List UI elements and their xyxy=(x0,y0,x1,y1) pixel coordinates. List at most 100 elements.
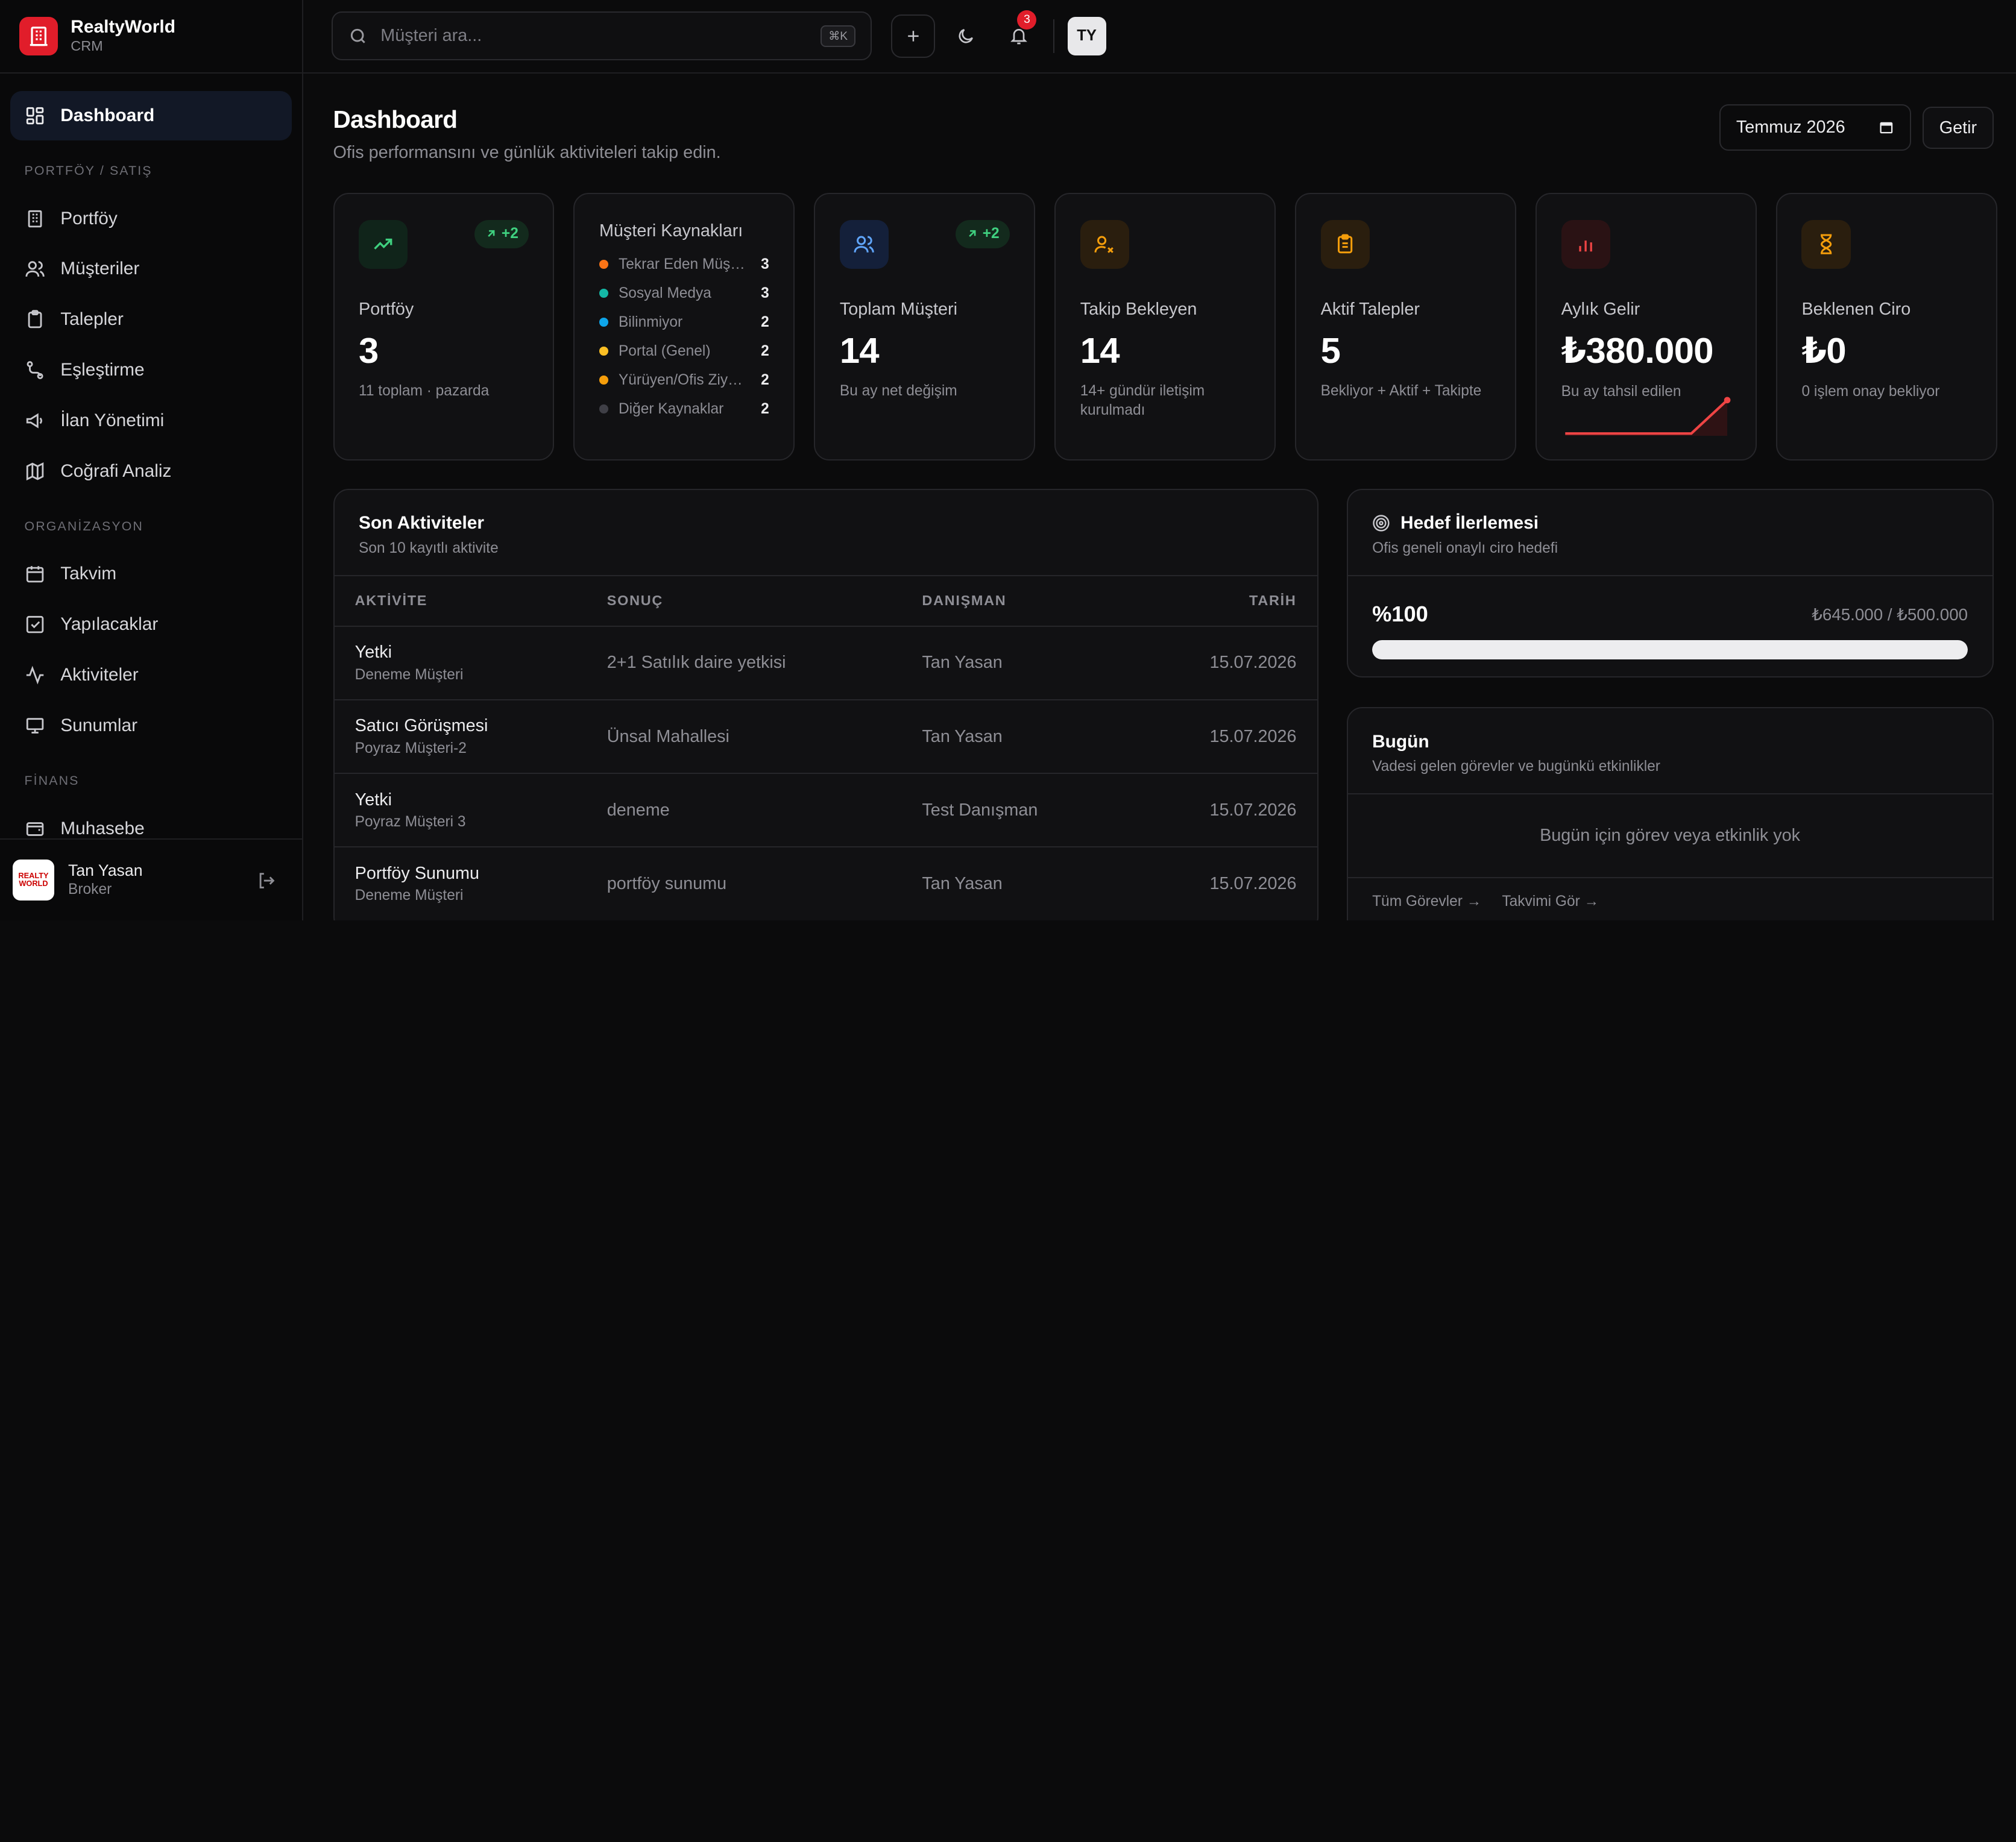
source-item: Sosyal Medya 3 xyxy=(599,279,769,308)
logout-icon[interactable] xyxy=(256,870,277,891)
table-row[interactable]: Satıcı Görüşmesi Poyraz Müşteri-2 Ünsal M… xyxy=(334,699,1317,775)
calendar-icon xyxy=(26,566,43,583)
card-expected-revenue[interactable]: Beklenen Ciro ₺0 0 işlem onay bekliyor xyxy=(1775,192,1997,461)
search-icon xyxy=(350,28,365,43)
sidebar-item-presentations[interactable]: Sunumlar xyxy=(10,701,292,750)
plus-icon xyxy=(907,31,919,42)
sidebar-item-requests[interactable]: Talepler xyxy=(10,295,292,344)
card-note: 0 işlem onay bekliyor xyxy=(1801,383,1940,400)
table-row[interactable]: Yetki Deneme Müşteri 2+1 Satılık daire ye… xyxy=(334,626,1317,700)
activity-cell: Yetki Poyraz Müşteri 3 xyxy=(334,773,587,848)
all-tasks-link[interactable]: Tüm Görevler → xyxy=(1372,893,1481,910)
bar-chart-icon xyxy=(1561,219,1610,269)
user-x-icon xyxy=(1080,219,1129,269)
today-panel: Bugün Vadesi gelen görevler ve bugünkü e… xyxy=(1346,707,1994,921)
card-label: Aktif Talepler xyxy=(1320,299,1420,319)
card-followup[interactable]: Takip Bekleyen 14 14+ gündür iletişim ku… xyxy=(1054,192,1276,461)
card-value: 3 xyxy=(359,330,379,371)
delta-badge: +2 xyxy=(955,219,1010,248)
source-dot xyxy=(599,318,608,327)
column-header-agent[interactable]: DANIŞMAN xyxy=(901,576,1130,627)
sidebar-item-label: Talepler xyxy=(60,309,124,330)
month-picker[interactable]: Temmuz 2026 xyxy=(1719,104,1912,151)
source-dot xyxy=(599,376,608,385)
sidebar-item-listings[interactable]: İlan Yönetimi xyxy=(10,396,292,445)
source-name: Sosyal Medya xyxy=(618,284,711,301)
column-header-date[interactable]: TARİH xyxy=(1130,576,1317,627)
agent-cell: Tan Yasan xyxy=(901,847,1130,921)
delta-value: +2 xyxy=(501,225,518,242)
card-portfolio[interactable]: +2 Portföy 3 11 toplam · pazarda xyxy=(333,192,555,461)
notifications-button[interactable]: 3 xyxy=(997,10,1041,58)
table-row[interactable]: Portföy Sunumu Deneme Müşteri portföy sun… xyxy=(334,847,1317,921)
card-label: Toplam Müşteri xyxy=(839,299,957,319)
activity-customer: Deneme Müşteri xyxy=(354,666,464,683)
sidebar-item-customers[interactable]: Müşteriler xyxy=(10,245,292,294)
sidebar-item-geo[interactable]: Coğrafi Analiz xyxy=(10,447,292,495)
goal-percent: %100 xyxy=(1372,602,1428,627)
search-input[interactable] xyxy=(380,26,808,46)
nav-section-portfolio: PORTFÖY / SATIŞ xyxy=(24,163,153,178)
sidebar-item-activities[interactable]: Aktiviteler xyxy=(10,651,292,700)
goal-amount: ₺645.000 / ₺500.000 xyxy=(1812,605,1968,624)
add-button[interactable] xyxy=(891,14,935,58)
search-box[interactable]: ⌘K xyxy=(332,11,872,61)
activity-icon xyxy=(26,665,43,685)
topbar: ⌘K 3 TY xyxy=(303,0,2016,74)
card-label: Beklenen Ciro xyxy=(1801,299,1911,319)
activity-type: Yetki xyxy=(354,790,392,809)
user-role: Broker xyxy=(68,881,112,898)
card-customer-sources[interactable]: Müşteri Kaynakları Tekrar Eden Müşteri 3 … xyxy=(573,192,795,461)
sidebar-item-portfolio[interactable]: Portföy xyxy=(10,194,292,243)
activities-table: AKTİVİTE SONUÇ DANIŞMAN TARİH Yetki Denem… xyxy=(334,576,1317,921)
sidebar-item-label: İlan Yönetimi xyxy=(60,410,165,430)
source-item: Diğer Kaynaklar 2 xyxy=(599,395,769,424)
table-row[interactable]: Yetki Poyraz Müşteri 3 deneme Test Danışm… xyxy=(334,773,1317,848)
sidebar-item-matching[interactable]: Eşleştirme xyxy=(10,346,292,395)
source-value: 3 xyxy=(761,256,769,272)
goal-progress-fill xyxy=(1372,640,1968,659)
card-label: Portföy xyxy=(359,299,414,319)
card-monthly-income[interactable]: Aylık Gelir ₺380.000 Bu ay tahsil edilen xyxy=(1536,192,1757,461)
card-active-requests[interactable]: Aktif Talepler 5 Bekliyor + Aktif + Taki… xyxy=(1295,192,1517,461)
table-header: AKTİVİTE SONUÇ DANIŞMAN TARİH xyxy=(334,576,1317,627)
sidebar-item-dashboard[interactable]: Dashboard xyxy=(10,91,292,140)
card-value: 14 xyxy=(1080,330,1120,371)
sidebar-item-label: Takvim xyxy=(60,564,117,584)
search-shortcut: ⌘K xyxy=(821,25,855,48)
source-dot xyxy=(599,347,608,356)
avatar[interactable]: TY xyxy=(1067,16,1106,55)
sidebar-item-calendar[interactable]: Takvim xyxy=(10,550,292,599)
source-value: 3 xyxy=(761,284,769,301)
main-content: ⌘K 3 TY Dashboard Ofis performansını ve … xyxy=(303,0,2016,921)
result-cell: deneme xyxy=(586,773,902,848)
sidebar-item-todos[interactable]: Yapılacaklar xyxy=(10,600,292,649)
theme-toggle[interactable] xyxy=(944,14,988,58)
source-value: 2 xyxy=(761,342,769,359)
card-label: Aylık Gelir xyxy=(1561,299,1640,319)
recent-activities-panel: Son Aktiviteler Son 10 kayıtlı aktivite … xyxy=(333,488,1318,921)
moon-icon xyxy=(959,28,973,43)
source-name: Bilinmiyor xyxy=(618,313,683,330)
activity-customer: Poyraz Müşteri-2 xyxy=(354,740,467,756)
page-subtitle: Ofis performansını ve günlük aktiviteler… xyxy=(333,142,721,162)
panel-header: Son Aktiviteler Son 10 kayıtlı aktivite xyxy=(334,490,1317,576)
users-icon xyxy=(839,219,889,269)
result-cell: Ünsal Mahallesi xyxy=(586,699,902,775)
card-total-customers[interactable]: +2 Toplam Müşteri 14 Bu ay net değişim xyxy=(814,192,1036,461)
sidebar-item-label: Sunumlar xyxy=(60,715,138,735)
result-cell: portföy sunumu xyxy=(586,847,902,921)
source-dot xyxy=(599,404,608,414)
user-profile[interactable]: REALTY WORLD Tan Yasan Broker xyxy=(0,838,303,921)
brand[interactable]: RealtyWorld CRM xyxy=(0,0,303,74)
checkbox-icon xyxy=(26,616,43,633)
column-header-result[interactable]: SONUÇ xyxy=(586,576,902,627)
target-icon xyxy=(1373,515,1390,532)
view-calendar-link[interactable]: Takvimi Gör → xyxy=(1502,893,1599,910)
fetch-button[interactable]: Getir xyxy=(1923,107,1994,149)
today-links: Tüm Görevler → Takvimi Gör → xyxy=(1348,878,1992,921)
column-header-activity[interactable]: AKTİVİTE xyxy=(334,576,587,627)
arrow-up-right-icon xyxy=(969,230,976,237)
activity-type: Yetki xyxy=(354,643,392,662)
source-value: 2 xyxy=(761,371,769,388)
